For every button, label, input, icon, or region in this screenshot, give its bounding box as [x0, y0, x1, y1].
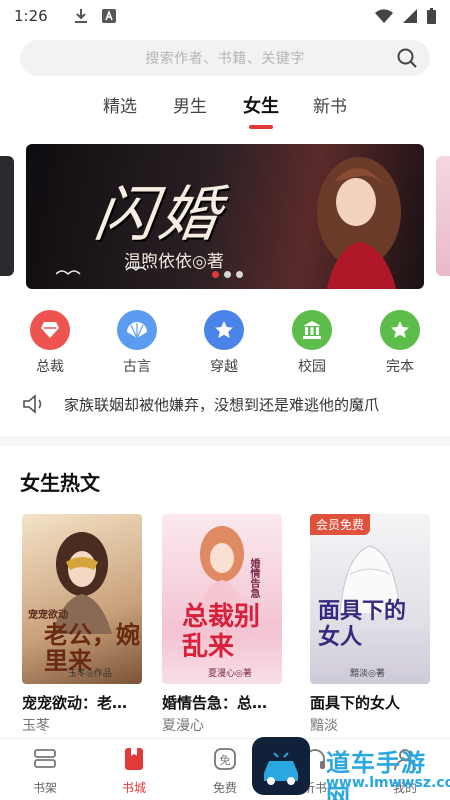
cover-subtitle: 宠宠欲动	[28, 610, 68, 621]
battery-icon	[427, 8, 436, 24]
signal-icon	[403, 9, 417, 23]
nav-label: 书架	[32, 781, 57, 795]
category-campus[interactable]: 校园	[282, 310, 342, 376]
banner-title: 闪婚	[90, 180, 229, 250]
wifi-icon	[375, 9, 393, 23]
school-icon	[292, 310, 332, 350]
banner-character-illustration	[317, 157, 401, 289]
category-ancient[interactable]: 古言	[107, 310, 167, 376]
status-bar: 1:26	[0, 0, 450, 32]
promo-banner[interactable]: 闪婚 温煦依依◎著	[26, 144, 424, 289]
book-card[interactable]: 宠宠欲动 老公，婉里来 玉苳◎作品 宠宠欲动：老… 玉苳	[22, 514, 142, 735]
book-author: 夏漫心	[162, 718, 204, 734]
watermark-logo	[252, 737, 310, 795]
category-label: 完本	[386, 359, 414, 375]
announcement-ticker[interactable]: 家族联姻却被他嫌弃，没想到还是难逃他的魔爪	[22, 392, 430, 416]
banner-bird-decor	[56, 266, 147, 276]
category-tabs: 精选 男生 女生 新书	[0, 92, 450, 129]
bookshelf-icon	[34, 749, 56, 768]
book-cover: 宠宠欲动 老公，婉里来 玉苳◎作品	[22, 514, 142, 684]
book-author: 黯淡	[310, 718, 338, 734]
tab-featured[interactable]: 精选	[103, 92, 137, 117]
tab-new-books[interactable]: 新书	[313, 92, 347, 117]
star-icon	[204, 310, 244, 350]
book-title: 宠宠欲动：老…	[22, 694, 128, 712]
banner-dot[interactable]	[224, 271, 231, 278]
book-card[interactable]: 婚情告急 总裁别乱来 夏漫心◎著 婚情告急：总… 夏漫心	[162, 514, 282, 735]
nav-label: 免费	[212, 781, 237, 795]
banner-dot[interactable]	[236, 271, 243, 278]
crown-icon	[30, 310, 70, 350]
cover-title: 总裁别乱来	[182, 602, 261, 662]
banner-pagination	[212, 271, 243, 278]
category-ceo[interactable]: 总裁	[20, 310, 80, 376]
book-title: 面具下的女人	[310, 694, 401, 712]
active-tab-indicator	[249, 125, 273, 129]
banner-prev-slide[interactable]	[0, 156, 14, 276]
book-title: 婚情告急：总…	[162, 694, 268, 712]
car-icon	[264, 752, 298, 785]
category-label: 穿越	[210, 359, 238, 375]
announcement-text: 家族联姻却被他嫌弃，没想到还是难逃他的魔爪	[64, 395, 380, 414]
nav-label: 书城	[121, 781, 146, 795]
tab-female[interactable]: 女生	[243, 92, 279, 118]
section-divider	[0, 436, 450, 446]
free-icon: 免	[214, 748, 236, 770]
cover-caption: 黯淡◎著	[350, 669, 385, 679]
banner-next-slide[interactable]	[436, 156, 450, 276]
site-watermark: 道车手游网 www.lmwwsz.com	[252, 737, 450, 800]
nav-bookshelf[interactable]: 书架	[15, 747, 75, 796]
cover-caption: 夏漫心◎著	[208, 669, 252, 679]
speaker-icon	[23, 394, 42, 414]
category-label: 古言	[123, 359, 151, 375]
fan-icon	[117, 310, 157, 350]
book-card[interactable]: 会员免费 面具下的女人 黯淡◎著 面具下的女人 黯淡	[310, 514, 430, 735]
nav-bookstore[interactable]: 书城	[104, 747, 164, 796]
book-author: 玉苳	[22, 718, 50, 734]
vip-free-badge: 会员免费	[310, 514, 371, 535]
section-title: 女生热文	[20, 471, 100, 495]
star-icon	[380, 310, 420, 350]
category-label: 总裁	[36, 359, 64, 375]
svg-text:免: 免	[220, 753, 231, 767]
status-time: 1:26	[14, 7, 48, 25]
category-time-travel[interactable]: 穿越	[194, 310, 254, 376]
cover-title: 面具下的女人	[318, 598, 407, 650]
search-input[interactable]: 搜索作者、书籍、关键字	[20, 40, 430, 76]
book-cover: 会员免费 面具下的女人 黯淡◎著	[310, 514, 430, 684]
cover-caption: 玉苳◎作品	[68, 669, 112, 679]
watermark-url: www.lmwwsz.com	[326, 775, 450, 791]
tab-male[interactable]: 男生	[173, 92, 207, 117]
bookstore-icon	[125, 748, 143, 770]
category-completed[interactable]: 完本	[370, 310, 430, 376]
download-icon	[74, 9, 87, 23]
search-placeholder: 搜索作者、书籍、关键字	[145, 51, 305, 67]
cover-subtitle: 婚情告急	[248, 558, 259, 598]
watermark-title: 道车手游网	[326, 749, 426, 800]
category-label: 校园	[298, 359, 326, 375]
nav-free[interactable]: 免 免费	[195, 747, 255, 796]
text-badge-icon	[101, 9, 116, 23]
banner-dot[interactable]	[212, 271, 219, 278]
search-icon[interactable]	[396, 47, 418, 69]
book-cover: 婚情告急 总裁别乱来 夏漫心◎著	[162, 514, 282, 684]
